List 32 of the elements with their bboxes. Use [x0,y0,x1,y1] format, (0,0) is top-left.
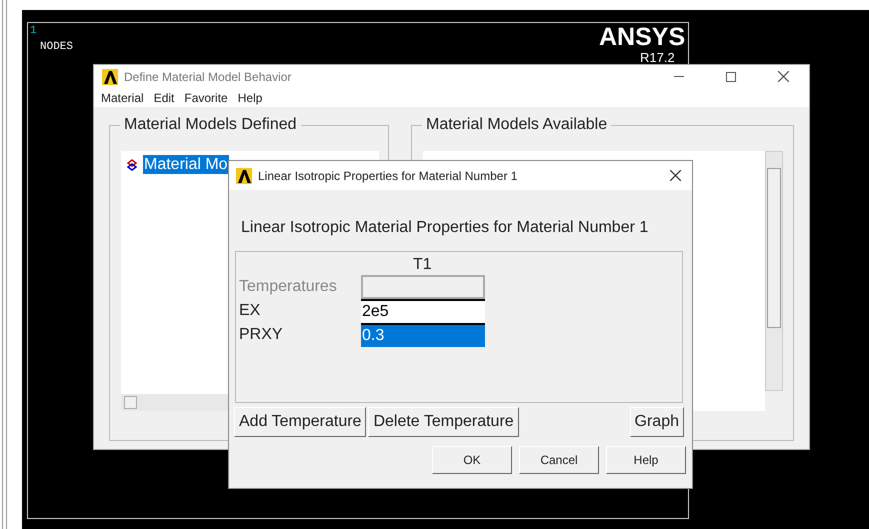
logo-icon [102,68,118,85]
logo-icon [236,168,252,184]
graphics-label: NODES [40,40,74,55]
list-item[interactable]: Material Mo [143,155,229,174]
window-number: 1 [30,24,37,39]
row-label: Temperatures [239,277,338,297]
table-button[interactable]: Delete Temperature [368,407,519,437]
column-header: T1 [413,255,432,275]
menu-item[interactable]: Help [238,88,262,107]
table-button[interactable]: Graph [630,407,684,437]
menu-item[interactable]: Edit [154,88,174,107]
menu-item[interactable]: Material [101,88,144,107]
diamond-icon [127,158,137,170]
window-title: Define Material Model Behavior [124,68,292,86]
close-icon[interactable] [778,71,789,82]
dialog-title: Linear Isotropic Properties for Material Number 1 [258,168,518,184]
table-button[interactable]: Add Temperature [234,407,366,437]
minimize-icon[interactable] [674,76,684,78]
dialog-button[interactable]: Help [606,446,686,474]
close-icon[interactable] [670,170,681,181]
row-label: EX [239,301,262,321]
scrollbar[interactable] [765,151,783,391]
version-text: R17.2 [640,51,675,65]
dialog-button[interactable]: OK [432,446,512,474]
dialog-heading: Linear Isotropic Material Properties for Material Number 1 [241,218,650,238]
dialog-button[interactable]: Cancel [519,446,599,474]
row-label: PRXY [239,325,284,345]
maximize-icon[interactable] [726,72,736,82]
value-field[interactable]: 0.3 [361,323,485,347]
menu-item[interactable]: Favorite [184,88,228,107]
logo-text: ANSYS [599,22,686,52]
value-field[interactable]: 2e5 [361,299,485,323]
